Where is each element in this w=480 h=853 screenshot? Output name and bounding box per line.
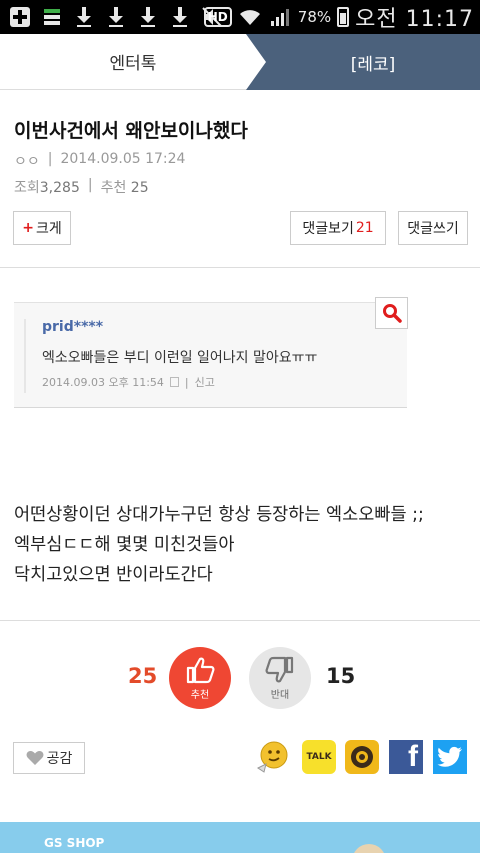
kakaotalk-icon: TALK (306, 752, 332, 762)
ad-brand: GS SHOP (44, 836, 105, 850)
tab-record[interactable]: [레코] (246, 34, 480, 90)
tab-record-label: [레코] (350, 54, 396, 75)
views: 조회3,285 (14, 180, 80, 196)
article-stats: 조회3,285 | 추천 25 (14, 177, 149, 197)
oppose-label: 반대 (270, 689, 290, 701)
download-icon (136, 5, 160, 29)
image-zoom-button[interactable] (375, 297, 408, 329)
oppose-button[interactable]: 반대 (249, 647, 311, 709)
report-link: 신고 (194, 376, 215, 389)
clock: 오전 11:17 (355, 7, 474, 32)
plus-icon: + (22, 220, 34, 236)
status-bar: HD 78% 오전 11:17 (0, 0, 480, 34)
download-icon (72, 5, 96, 29)
comment-date: 2014.09.03 오후 11:54 (42, 376, 164, 389)
storage-icon (40, 5, 64, 29)
body-line: 어떤상황이던 상대가누구던 항상 등장하는 엑소오빠들 ;; (14, 505, 424, 525)
share-twitter-button[interactable] (433, 740, 467, 774)
divider (0, 620, 480, 621)
tab-entertalk[interactable]: 엔터톡 (0, 34, 266, 90)
article-title: 이번사건에서 왜안보이나했다 (14, 120, 248, 142)
ad-banner[interactable]: GS SHOP (0, 822, 480, 853)
battery-icon (337, 7, 350, 27)
meta-separator: | (184, 375, 189, 389)
share-facebook-button[interactable]: f (389, 740, 423, 774)
ad-image (352, 844, 386, 853)
hd-badge: HD (203, 7, 232, 27)
heart-icon (26, 751, 44, 765)
comment-user: prid**** (42, 319, 104, 335)
recommend-button[interactable]: 추천 (169, 647, 231, 709)
empathy-label: 공감 (46, 751, 73, 767)
download-icon (104, 5, 128, 29)
wifi-icon (238, 5, 262, 29)
download-icon (168, 5, 192, 29)
share-kakaostory-button[interactable] (345, 740, 379, 774)
author: ㅇㅇ (14, 154, 40, 170)
font-size-button[interactable]: + 크게 (13, 211, 71, 245)
twitter-icon (437, 746, 462, 767)
battery-percent: 78% (297, 8, 332, 26)
facebook-icon: f (408, 740, 418, 773)
share-yozm-button[interactable] (256, 740, 290, 774)
add-icon (8, 5, 32, 29)
share-kakaotalk-button[interactable]: TALK (302, 740, 336, 774)
recommend-label: 추천 (190, 689, 210, 701)
kakaostory-icon (351, 746, 373, 768)
vote-down-count: 15 (326, 664, 356, 688)
font-size-label: 크게 (35, 221, 62, 237)
comment-count: 21 (355, 220, 374, 236)
comment-meta: 2014.09.03 오후 11:54 | 신고 (42, 374, 215, 390)
empathy-button[interactable]: 공감 (13, 742, 85, 774)
search-icon (382, 304, 402, 323)
smiley-icon (257, 741, 288, 773)
view-comments-label: 댓글보기 (302, 221, 354, 237)
thumbs-up-icon (186, 657, 215, 683)
article-body: 어떤상황이던 상대가누구던 항상 등장하는 엑소오빠들 ;; 엑부심ㄷㄷ해 몇몇… (14, 500, 424, 590)
article-meta: ㅇㅇ | 2014.09.05 17:24 (14, 151, 185, 171)
body-line: 엑부심ㄷㄷ해 몇몇 미친것들아 (14, 535, 235, 555)
body-line: 닥치고있으면 반이라도간다 (14, 565, 213, 585)
embedded-comment-image: prid**** 엑소오빠들은 부디 이런일 일어나지 말아요ㅠㅠ 2014.0… (14, 302, 407, 408)
tab-bar: 엔터톡 [레코] (0, 34, 480, 90)
signal-icon (268, 5, 292, 29)
phone-icon (169, 377, 179, 387)
post-date: 2014.09.05 17:24 (60, 151, 186, 167)
vote-up-count: 25 (128, 664, 158, 688)
write-comment-button[interactable]: 댓글쓰기 (398, 211, 468, 245)
thumbs-down-icon (265, 656, 294, 682)
recommend-count: 추천 25 (100, 180, 149, 196)
meta-separator: | (47, 151, 53, 167)
comment-text: 엑소오빠들은 부디 이런일 일어나지 말아요ㅠㅠ (42, 350, 318, 366)
divider (0, 267, 480, 268)
meta-separator: | (87, 177, 93, 193)
view-comments-button[interactable]: 댓글보기 21 (290, 211, 386, 245)
comment-quote-bar (24, 319, 26, 393)
